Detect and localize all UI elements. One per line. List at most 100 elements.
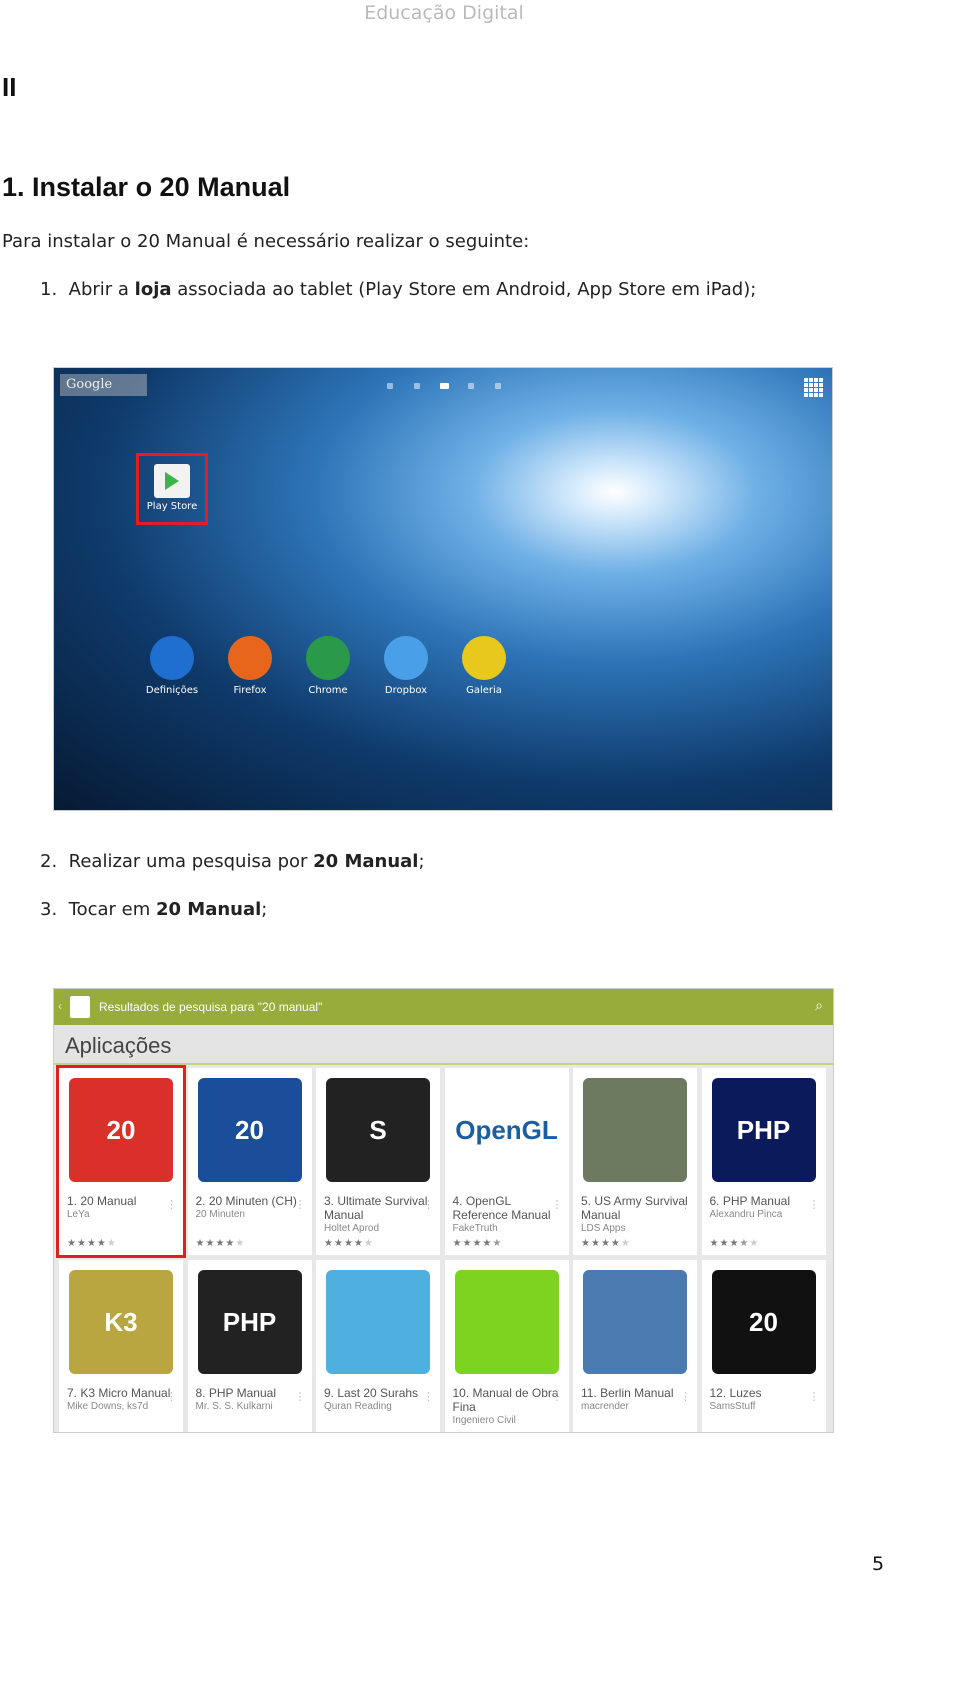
home-app-definições[interactable]: Definições: [132, 636, 212, 696]
overflow-menu-icon[interactable]: ⋮: [809, 1390, 820, 1403]
app-result-icon: 20: [711, 1270, 816, 1374]
play-store-results-screenshot: ‹ Resultados de pesquisa para "20 manual…: [53, 988, 834, 1433]
search-icon[interactable]: ⌕: [815, 997, 823, 1014]
app-result-title: 12. Luzes: [709, 1386, 762, 1400]
app-result-developer: Ingeniero Civil: [452, 1415, 516, 1426]
play-store-label: Play Store: [146, 501, 198, 512]
app-result-title: 2. 20 Minuten (CH): [195, 1194, 297, 1208]
overflow-menu-icon[interactable]: ⋮: [809, 1198, 820, 1211]
app-result-title: 8. PHP Manual: [195, 1386, 277, 1400]
app-drawer-icon[interactable]: [804, 378, 824, 398]
app-result-developer: Mike Downs, ks7d: [67, 1401, 149, 1412]
app-result-developer: FakeTruth: [452, 1223, 498, 1234]
rating-stars: ★★★★★: [581, 1238, 631, 1249]
app-result-icon: PHP: [197, 1270, 302, 1374]
app-result-icon: [326, 1270, 430, 1374]
app-result-card[interactable]: 9. Last 20 Surahs Quran Reading ⋮: [316, 1260, 440, 1432]
app-result-developer: Mr. S. S. Kulkarni: [195, 1401, 273, 1412]
tablet-home-screenshot: Google Play Store Definições Firefox Chrom…: [53, 367, 833, 811]
app-result-icon: OpenGL: [454, 1078, 559, 1182]
app-result-developer: 20 Minuten: [195, 1209, 245, 1220]
app-result-icon: 20: [69, 1078, 173, 1182]
overflow-menu-icon[interactable]: ⋮: [680, 1198, 691, 1211]
google-search-bar[interactable]: Google: [60, 374, 147, 396]
app-result-card[interactable]: 20 12. Luzes SamsStuff ⋮: [701, 1260, 826, 1432]
app-result-developer: LeYa: [67, 1209, 90, 1220]
app-result-icon: [583, 1270, 687, 1374]
app-icon: [228, 636, 272, 680]
rating-stars: ★★★★★: [709, 1238, 760, 1249]
app-icon: [462, 636, 506, 680]
app-label: Dropbox: [384, 685, 428, 696]
page-number: 5: [872, 1553, 885, 1575]
overflow-menu-icon[interactable]: ⋮: [552, 1390, 563, 1403]
overflow-menu-icon[interactable]: ⋮: [680, 1390, 691, 1403]
app-result-developer: Quran Reading: [324, 1401, 392, 1412]
store-bag-icon: [70, 996, 90, 1018]
app-result-developer: macrender: [581, 1401, 629, 1412]
app-result-card[interactable]: OpenGL 4. OpenGL Reference Manual FakeTr…: [444, 1068, 569, 1255]
app-result-developer: LDS Apps: [581, 1223, 626, 1234]
play-store-highlight[interactable]: Play Store: [136, 453, 208, 525]
section-number: II: [2, 72, 17, 102]
app-result-icon: K3: [69, 1270, 173, 1374]
rating-stars: ★★★★★: [67, 1238, 117, 1249]
app-result-icon: S: [326, 1078, 430, 1182]
app-result-card[interactable]: 20 1. 20 Manual LeYa ⋮ ★★★★★: [56, 1065, 186, 1258]
app-result-icon: [454, 1270, 559, 1374]
app-result-icon: PHP: [711, 1078, 816, 1182]
app-result-card[interactable]: 10. Manual de Obra Fina Ingeniero Civil …: [444, 1260, 569, 1432]
app-result-title: 3. Ultimate Survival Manual: [324, 1194, 428, 1222]
app-result-card[interactable]: S 3. Ultimate Survival Manual Holtet Apr…: [316, 1068, 440, 1255]
app-result-developer: SamsStuff: [709, 1401, 756, 1412]
running-header: Educação Digital: [364, 2, 524, 24]
overflow-menu-icon[interactable]: ⋮: [423, 1198, 434, 1211]
step-3: 3. Tocar em 20 Manual;: [40, 899, 268, 920]
overflow-menu-icon[interactable]: ⋮: [295, 1390, 306, 1403]
app-result-icon: [583, 1078, 687, 1182]
app-result-title: 6. PHP Manual: [709, 1194, 791, 1208]
app-result-card[interactable]: PHP 6. PHP Manual Alexandru Pinca ⋮ ★★★★…: [701, 1068, 826, 1255]
app-result-title: 1. 20 Manual: [67, 1194, 137, 1208]
app-icon: [150, 636, 194, 680]
rating-stars: ★★★★★: [195, 1238, 246, 1249]
app-label: Chrome: [308, 685, 348, 696]
home-app-dropbox[interactable]: Dropbox: [366, 636, 446, 696]
step-2: 2. Realizar uma pesquisa por 20 Manual;: [40, 851, 425, 872]
search-results-title: Resultados de pesquisa para "20 manual": [99, 1000, 323, 1014]
overflow-menu-icon[interactable]: ⋮: [295, 1198, 306, 1211]
app-result-developer: Holtet Aprod: [324, 1223, 380, 1234]
app-label: Definições: [145, 685, 199, 696]
app-result-title: 11. Berlin Manual: [581, 1386, 674, 1400]
app-result-title: 7. K3 Micro Manual: [67, 1386, 171, 1400]
app-label: Galeria: [466, 685, 502, 696]
step-1: 1. Abrir a loja associada ao tablet (Pla…: [40, 279, 757, 300]
app-label: Firefox: [233, 685, 267, 696]
app-result-card[interactable]: K3 7. K3 Micro Manual Mike Downs, ks7d ⋮: [59, 1260, 183, 1432]
app-result-developer: Alexandru Pinca: [709, 1209, 783, 1220]
app-result-title: 10. Manual de Obra Fina: [452, 1386, 559, 1414]
back-icon[interactable]: ‹: [58, 999, 62, 1013]
app-icon: [384, 636, 428, 680]
app-result-card[interactable]: 5. US Army Survival Manual LDS Apps ⋮ ★★…: [573, 1068, 697, 1255]
overflow-menu-icon[interactable]: ⋮: [166, 1390, 177, 1403]
store-action-bar: ‹ Resultados de pesquisa para "20 manual…: [54, 989, 833, 1025]
app-result-card[interactable]: 11. Berlin Manual macrender ⋮: [573, 1260, 697, 1432]
app-result-card[interactable]: PHP 8. PHP Manual Mr. S. S. Kulkarni ⋮: [187, 1260, 312, 1432]
intro-text: Para instalar o 20 Manual é necessário r…: [2, 231, 530, 252]
rating-stars: ★★★★★: [452, 1238, 503, 1249]
overflow-menu-icon[interactable]: ⋮: [166, 1198, 177, 1211]
app-result-icon: 20: [197, 1078, 302, 1182]
app-result-title: 4. OpenGL Reference Manual: [452, 1194, 551, 1222]
app-result-title: 9. Last 20 Surahs: [324, 1386, 419, 1400]
page-title: 1. Instalar o 20 Manual: [2, 172, 291, 202]
home-app-firefox[interactable]: Firefox: [210, 636, 290, 696]
app-result-card[interactable]: 20 2. 20 Minuten (CH) 20 Minuten ⋮ ★★★★★: [187, 1068, 312, 1255]
overflow-menu-icon[interactable]: ⋮: [423, 1390, 434, 1403]
app-result-title: 5. US Army Survival Manual: [581, 1194, 688, 1222]
app-icon: [306, 636, 350, 680]
overflow-menu-icon[interactable]: ⋮: [552, 1198, 563, 1211]
home-app-galeria[interactable]: Galeria: [444, 636, 524, 696]
rating-stars: ★★★★★: [324, 1238, 374, 1249]
home-app-chrome[interactable]: Chrome: [288, 636, 368, 696]
